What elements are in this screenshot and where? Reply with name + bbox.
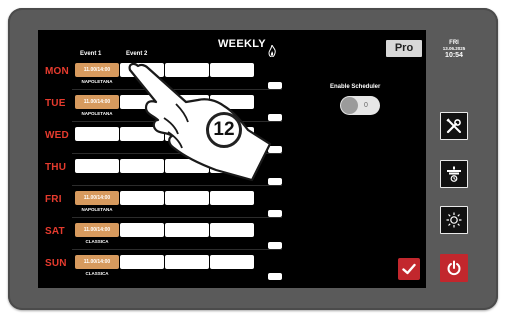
sat-event-2-slot[interactable] — [120, 223, 164, 237]
sun-event-2-slot[interactable] — [120, 255, 164, 269]
slot-time: 11.00/14:00 — [83, 67, 111, 73]
light-button[interactable] — [440, 206, 468, 234]
day-label-fri: FRI — [45, 194, 62, 205]
pointing-hand-icon — [128, 62, 272, 182]
pro-badge[interactable]: Pro — [386, 40, 422, 57]
slot-time: 11.00/14:00 — [83, 227, 111, 233]
tue-program: NAPOLETANA — [81, 111, 113, 116]
thu-event-1-slot[interactable] — [75, 159, 119, 173]
day-label-mon: MON — [45, 66, 69, 77]
slot-time: 11.00/14:00 — [83, 195, 111, 201]
mon-event-1-slot[interactable]: 11.00/14:00 — [75, 63, 119, 77]
divider — [72, 249, 282, 250]
sat-program: CLASSICA — [85, 239, 109, 244]
time-readout: 10:54 — [445, 52, 463, 59]
flame-icon — [268, 45, 276, 57]
fri-program: NAPOLETANA — [81, 207, 113, 212]
light-icon — [446, 212, 462, 228]
enable-scheduler-label: Enable Scheduler — [330, 84, 381, 90]
power-icon — [447, 260, 461, 276]
day-label-thu: THU — [45, 162, 67, 173]
sun-toggle[interactable] — [268, 273, 282, 280]
tools-icon — [446, 118, 461, 134]
wed-event-1-slot[interactable] — [75, 127, 119, 141]
event-1-header: Event 1 — [80, 51, 102, 57]
fri-event-1-slot[interactable]: 11.00/14:00 — [75, 191, 119, 205]
sat-event-1-slot[interactable]: 11.00/14:00 — [75, 223, 119, 237]
confirm-button[interactable] — [398, 258, 420, 280]
sat-toggle[interactable] — [268, 242, 282, 249]
oven-icon — [447, 166, 461, 182]
fri-event-2-slot[interactable] — [120, 191, 164, 205]
oven-button[interactable] — [440, 160, 468, 188]
fri-event-3-slot[interactable] — [165, 191, 209, 205]
enable-scheduler-toggle[interactable]: 0 — [340, 96, 380, 115]
slot-time: 11.00/14:00 — [83, 99, 111, 105]
callout-number-badge: 12 — [206, 112, 242, 148]
day-label-wed: WED — [45, 130, 69, 141]
fri-event-4-slot[interactable] — [210, 191, 254, 205]
event-2-header: Event 2 — [126, 51, 148, 57]
sun-event-3-slot[interactable] — [165, 255, 209, 269]
sat-event-3-slot[interactable] — [165, 223, 209, 237]
sat-event-4-slot[interactable] — [210, 223, 254, 237]
fri-toggle[interactable] — [268, 210, 282, 217]
toggle-state: 0 — [364, 102, 368, 109]
slot-time: 11.00/14:00 — [83, 259, 111, 265]
day-label-tue: TUE — [45, 98, 66, 109]
sun-event-4-slot[interactable] — [210, 255, 254, 269]
toggle-knob — [341, 97, 358, 114]
divider — [72, 217, 282, 218]
mon-program: NAPOLETANA — [81, 79, 113, 84]
checkmark-icon — [402, 263, 416, 275]
day-label-sun: SUN — [45, 258, 67, 269]
date-readout: 13.06.2025 — [442, 46, 466, 51]
settings-button[interactable] — [440, 112, 468, 140]
tue-event-1-slot[interactable]: 11.00/14:00 — [75, 95, 119, 109]
sun-program: CLASSICA — [85, 271, 109, 276]
screen-title: WEEKLY — [218, 38, 266, 50]
power-button[interactable] — [440, 254, 468, 282]
sun-event-1-slot[interactable]: 11.00/14:00 — [75, 255, 119, 269]
day-label-sat: SAT — [45, 226, 65, 237]
